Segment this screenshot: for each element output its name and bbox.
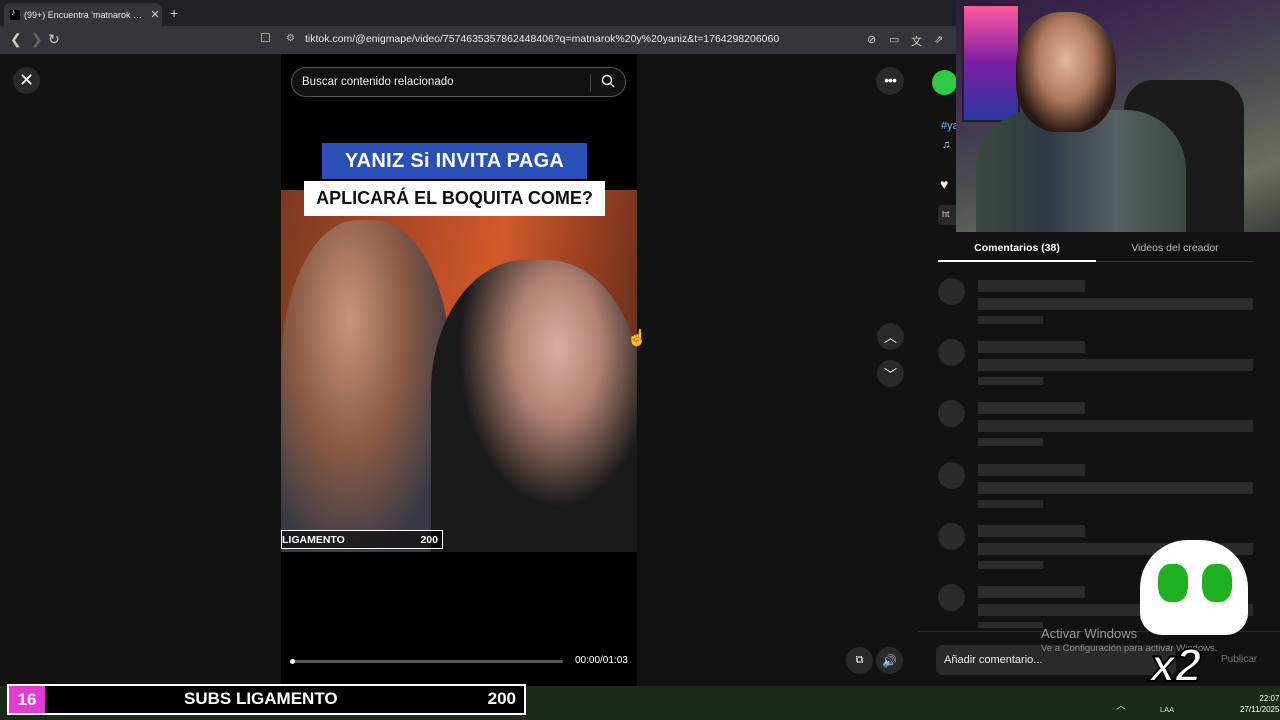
search-divider [590,74,591,92]
cast-icon[interactable]: ▭ [889,33,899,46]
pip-button[interactable]: ⧉ [846,647,873,674]
video-subs-label: LIGAMENTO [282,533,345,546]
more-options-button[interactable]: ••• [876,67,904,95]
video-frame[interactable] [281,190,637,552]
previous-video-button[interactable]: ︿ [877,323,904,350]
hand-cursor-icon: ☝ [627,330,647,347]
multiplier-label: x2 [1149,638,1202,692]
chevron-up-icon: ︿ [883,330,897,345]
tracking-icon[interactable]: ⊘ [867,33,876,46]
comment-skeleton [938,462,1254,512]
search-input[interactable]: Buscar contenido relacionado [291,67,626,97]
comment-skeleton [938,278,1254,328]
translate-icon[interactable]: 文 [911,33,922,49]
share-icon[interactable]: ⇗ [934,33,943,46]
url-field[interactable]: tiktok.com/@enigmape/video/7574635357862… [305,33,779,45]
tab-title: (99+) Encuentra 'matnarok y y [24,9,144,20]
video-person-right [431,260,637,552]
video-caption-top: YANIZ Si INVITA PAGA [322,143,587,179]
search-placeholder: Buscar contenido relacionado [302,76,454,88]
progress-handle[interactable] [290,659,295,664]
tab-comments[interactable]: Comentarios (38) [938,236,1096,262]
next-video-button[interactable]: ﹀ [877,360,904,387]
close-video-button[interactable]: ✕ [13,67,40,94]
webcam-person-head [1016,12,1116,132]
subs-goal-bar: 16 SUBS LIGAMENTO 200 [7,684,526,715]
creator-avatar[interactable] [932,70,957,95]
subs-label: SUBS LIGAMENTO [184,689,338,708]
skull-eye-right [1202,564,1232,602]
subs-count: 16 [9,686,45,713]
comment-skeleton [938,400,1254,450]
forward-icon[interactable]: ❯ [31,31,43,48]
music-icon[interactable]: ♫ [942,139,950,151]
close-icon: ✕ [18,70,35,90]
video-caption-bottom: APLICARÁ EL BOQUITA COME? [304,181,605,216]
volume-button[interactable]: 🔊 [876,647,903,674]
back-icon[interactable]: ❮ [10,31,22,48]
activate-windows-title: Activar Windows [1041,626,1138,641]
browser-tab[interactable]: (99+) Encuentra 'matnarok y y ✕ [4,3,162,26]
publish-button[interactable]: Publicar [1221,654,1257,665]
tray-expand-icon[interactable]: ︿ [1116,697,1126,712]
video-subs-overlay: LIGAMENTO 200 [281,530,443,549]
skull-eye-left [1158,564,1188,602]
reload-icon[interactable]: ↻ [48,31,60,48]
subs-goal: 200 [487,689,516,708]
video-progress-bar[interactable] [291,660,563,663]
like-icon[interactable]: ♥ [940,176,948,192]
tab-creator-videos[interactable]: Videos del creador [1096,236,1254,262]
language-indicator[interactable]: LAA [1160,705,1174,714]
webcam-poster [962,4,1020,122]
taskbar-clock[interactable]: 22:07 27/11/2025 [1240,693,1279,715]
site-info-icon[interactable]: ⚙ [286,33,295,44]
webcam-overlay [956,0,1280,232]
video-person-left [281,220,451,552]
comment-skeleton [938,339,1254,389]
clock-time: 22:07 [1259,694,1280,703]
chevron-down-icon: ﹀ [883,367,897,382]
bookmark-icon[interactable]: ☐ [260,31,271,45]
tab-close-icon[interactable]: ✕ [148,8,162,21]
video-time: 00:00/01:03 [575,655,628,666]
video-subs-value: 200 [420,533,438,546]
tiktok-favicon-icon [10,7,20,20]
search-icon[interactable] [601,74,615,88]
pip-icon: ⧉ [855,654,864,666]
new-tab-button[interactable]: + [170,5,178,21]
skull-overlay-icon [1140,540,1248,635]
volume-icon: 🔊 [882,653,897,668]
clock-date: 27/11/2025 [1240,705,1280,714]
